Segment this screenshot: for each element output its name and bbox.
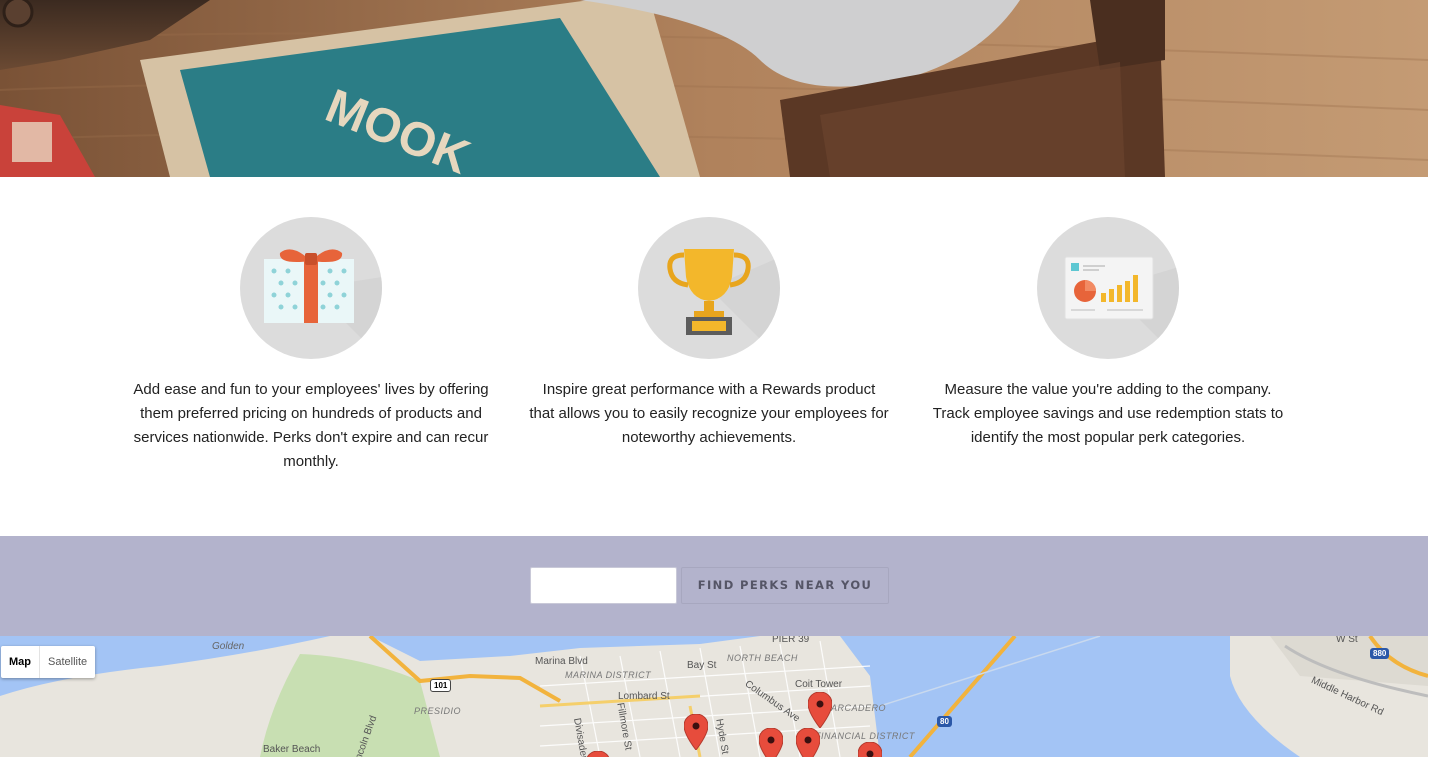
feature-rewards: Inspire great performance with a Rewards… xyxy=(529,217,889,450)
feature-perks-text: Add ease and fun to your employees' live… xyxy=(133,381,489,470)
map-type-control: Map Satellite xyxy=(1,646,96,678)
map-label-coit-tower: Coit Tower xyxy=(795,679,843,690)
map-marker-pin[interactable] xyxy=(858,742,882,757)
map-label-marina-blvd: Marina Blvd xyxy=(535,656,588,667)
perks-map[interactable]: Map Satellite Golden Marina Blvd MARINA … xyxy=(0,636,1428,757)
hero-banner-image: MOOK xyxy=(0,0,1428,177)
gift-icon xyxy=(240,217,382,359)
feature-perks: Add ease and fun to your employees' live… xyxy=(131,217,491,474)
feature-rewards-text: Inspire great performance with a Rewards… xyxy=(529,381,889,446)
hero-illustration: MOOK xyxy=(0,0,1428,177)
analytics-icon xyxy=(1037,217,1179,359)
i80-shield: 80 xyxy=(937,716,952,727)
map-label-north-beach: NORTH BEACH xyxy=(727,653,798,663)
find-perks-section: FIND PERKS NEAR YOU xyxy=(0,536,1428,636)
find-perks-button[interactable]: FIND PERKS NEAR YOU xyxy=(681,567,889,604)
map-marker-pin[interactable] xyxy=(759,728,783,757)
map-label-marina-district: MARINA DISTRICT xyxy=(565,670,652,680)
map-label-golden: Golden xyxy=(212,641,245,652)
map-label-bay-st: Bay St xyxy=(687,660,717,671)
trophy-icon xyxy=(638,217,780,359)
map-label-w-st: W St xyxy=(1336,636,1358,645)
map-label-lombard: Lombard St xyxy=(618,691,670,702)
map-marker-pin[interactable] xyxy=(808,692,832,728)
map-marker-pin[interactable] xyxy=(684,714,708,750)
features-section: Add ease and fun to your employees' live… xyxy=(0,177,1428,536)
map-marker-pin[interactable] xyxy=(796,728,820,757)
map-label-financial-district: FINANCIAL DISTRICT xyxy=(815,731,915,741)
map-marker-pin[interactable] xyxy=(586,751,610,757)
location-search-input[interactable] xyxy=(530,567,677,604)
map-canvas xyxy=(0,636,1428,757)
map-type-map-button[interactable]: Map xyxy=(1,646,40,678)
hwy-101-shield: 101 xyxy=(430,679,452,692)
map-label-presidio: PRESIDIO xyxy=(414,706,462,716)
i880-shield: 880 xyxy=(1370,648,1390,659)
feature-analytics-text: Measure the value you're adding to the c… xyxy=(932,381,1284,446)
map-label-pier39: PIER 39 xyxy=(772,636,810,645)
feature-analytics: Measure the value you're adding to the c… xyxy=(928,217,1288,450)
map-type-satellite-button[interactable]: Satellite xyxy=(40,646,95,678)
map-label-baker-beach: Baker Beach xyxy=(263,744,321,755)
